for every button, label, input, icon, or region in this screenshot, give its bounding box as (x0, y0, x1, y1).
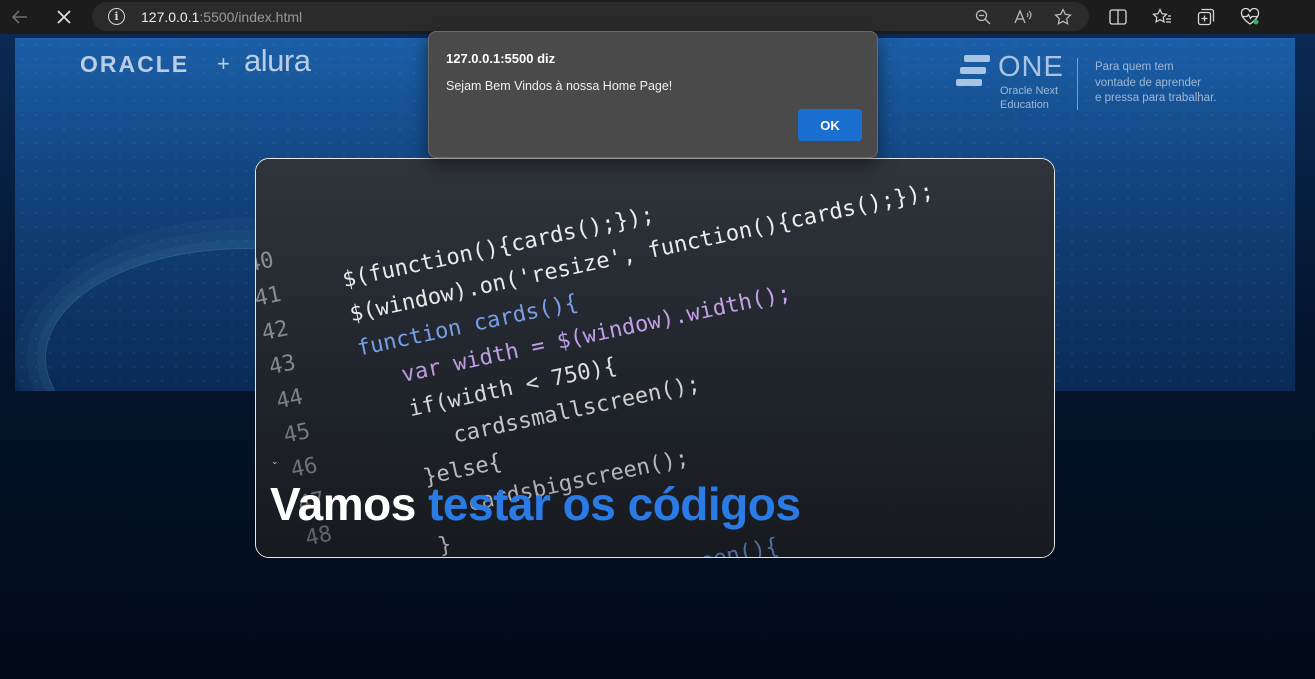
alert-dialog: 127.0.0.1:5500 diz Sejam Bem Vindos à no… (428, 31, 878, 158)
url-text[interactable]: 127.0.0.1:5500/index.html (141, 9, 302, 25)
one-subtitle-line1: Oracle Next (1000, 85, 1059, 97)
zoom-out-icon[interactable] (967, 5, 999, 28)
dialog-message: Sejam Bem Vindos à nossa Home Page! (446, 79, 673, 93)
one-subtitle-line2: Education (1000, 99, 1049, 111)
split-screen-icon[interactable] (1100, 2, 1136, 32)
back-arrow-icon[interactable] (4, 1, 36, 33)
read-aloud-icon[interactable] (1007, 5, 1039, 28)
alura-logo: alura (244, 43, 311, 78)
address-bar[interactable]: i 127.0.0.1:5500/index.html (92, 2, 1089, 31)
url-host: 127.0.0.1 (141, 9, 200, 25)
dialog-title: 127.0.0.1:5500 diz (446, 51, 556, 66)
browser-toolbar: i 127.0.0.1:5500/index.html (0, 0, 1315, 34)
oracle-logo: ORACLE (80, 51, 190, 77)
collections-icon[interactable] (1188, 2, 1224, 32)
tagline-line: vontade de aprender (1095, 76, 1202, 89)
one-logo-icon (956, 55, 990, 87)
code-image-card: 4041$(function(){cards();});42$(window).… (255, 158, 1055, 558)
chevron-down-icon: ⌄ (271, 456, 279, 466)
favorite-star-icon[interactable] (1047, 5, 1079, 28)
ok-button[interactable]: OK (798, 109, 862, 141)
header-tagline: Para quem tem vontade de aprender e pres… (1095, 60, 1216, 107)
browser-essentials-icon[interactable] (1232, 2, 1268, 32)
tagline-line: e pressa para trabalhar. (1095, 92, 1217, 104)
card-title-blue: testar os códigos (428, 478, 801, 530)
header-divider (1077, 58, 1078, 110)
url-path: :5500/index.html (199, 9, 303, 25)
card-title: Vamos testar os códigos (270, 477, 801, 531)
info-icon[interactable]: i (108, 8, 125, 25)
one-logo-text: ONE (998, 51, 1064, 83)
logo-plus: + (217, 51, 230, 76)
stop-icon[interactable] (48, 1, 80, 33)
card-title-white: Vamos (270, 478, 416, 530)
favorites-icon[interactable] (1144, 2, 1180, 32)
tagline-line: Para quem tem (1095, 61, 1174, 73)
